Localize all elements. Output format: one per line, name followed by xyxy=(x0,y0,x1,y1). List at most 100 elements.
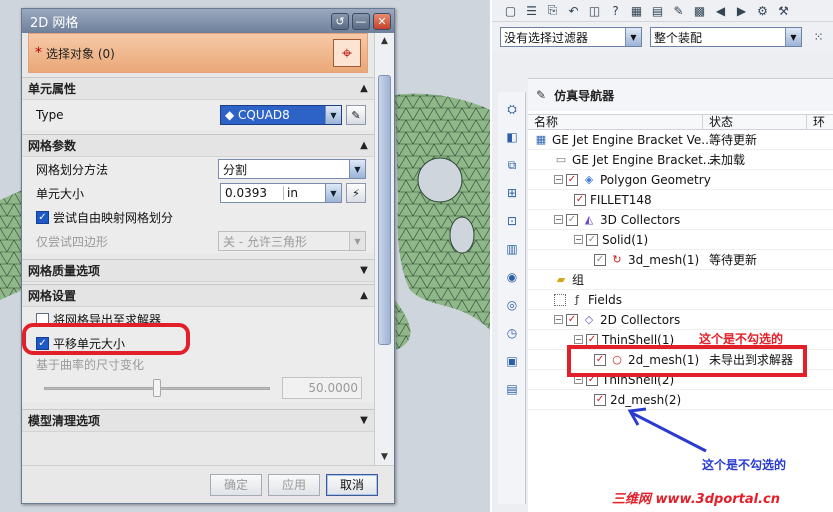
settings-icon[interactable]: ⚒ xyxy=(775,2,792,19)
reset-button[interactable]: ↺ xyxy=(331,12,349,30)
tree-node-label: 3d_mesh(1) xyxy=(628,252,700,267)
tile-icon[interactable]: ▤ xyxy=(649,2,666,19)
selection-filter-select[interactable]: 没有选择过滤器 ▼ xyxy=(500,27,642,47)
forward-icon[interactable]: ▶ xyxy=(733,2,750,19)
report-tab-icon[interactable]: ▤ xyxy=(501,378,523,400)
select-object-label: 选择对象 (0) xyxy=(46,46,115,61)
size-unit[interactable]: in xyxy=(283,186,325,200)
constraint-tab-icon[interactable]: ⊞ xyxy=(501,182,523,204)
undo-icon[interactable]: ↶ xyxy=(565,2,582,19)
cube-tool-icon[interactable]: ◫ xyxy=(586,2,603,19)
visibility-checkbox[interactable]: ✓ xyxy=(566,313,578,326)
history-tab-icon[interactable]: ⊡ xyxy=(501,210,523,232)
scroll-down-icon[interactable]: ▼ xyxy=(375,449,394,465)
chart-tab-icon[interactable]: ▥ xyxy=(501,238,523,260)
visibility-checkbox[interactable]: ✓ xyxy=(566,213,578,226)
select-object-row[interactable]: * 选择对象 (0) ⌖ xyxy=(28,33,368,73)
clip-icon[interactable]: ⎘ xyxy=(544,2,561,19)
curvature-label: 基于曲率的尺寸变化 xyxy=(36,357,145,372)
group-header-mesh-settings[interactable]: 网格设置 ▲ xyxy=(22,285,374,307)
group-header-element-properties[interactable]: 单元属性 ▲ xyxy=(22,78,374,100)
chevron-up-icon: ▲ xyxy=(360,290,368,301)
sim-navigator-tab-icon[interactable]: ⛭ xyxy=(501,98,523,120)
clock-tab-icon[interactable]: ◷ xyxy=(501,322,523,344)
tree-row[interactable]: ✓ ↻ 3d_mesh(1) 等待更新 xyxy=(528,250,833,270)
tree-row[interactable]: ✓ FILLET148 xyxy=(528,190,833,210)
crosshair-icon[interactable]: ⌖ xyxy=(333,39,361,67)
tree-node: ✓ FILLET148 xyxy=(574,193,652,207)
group-header-model-cleanup[interactable]: 模型清理选项 ▼ xyxy=(22,410,374,432)
method-select[interactable]: 分割 ▼ xyxy=(218,159,366,179)
collector-2d-icon: ◇ xyxy=(584,313,594,326)
assembly-scope-select[interactable]: 整个装配 ▼ xyxy=(650,27,802,47)
tree-node-status: 等待更新 xyxy=(709,133,758,147)
collapse-icon[interactable]: − xyxy=(554,315,563,324)
visibility-checkbox[interactable]: ✓ xyxy=(594,393,606,406)
tree-row[interactable]: − ✓ Solid(1) xyxy=(528,230,833,250)
lightning-icon[interactable]: ⚡ xyxy=(346,183,366,203)
curvature-slider-knob[interactable] xyxy=(153,379,161,397)
tree-node: ✓ ƒ Fields xyxy=(554,293,622,307)
chevron-down-icon: ▼ xyxy=(625,28,641,46)
method-label: 网格划分方法 xyxy=(36,162,109,177)
edit-icon[interactable]: ✎ xyxy=(670,2,687,19)
scroll-thumb[interactable] xyxy=(378,75,391,345)
cancel-button[interactable]: 取消 xyxy=(326,473,378,496)
required-star: * xyxy=(35,45,42,61)
dialog-scrollbar[interactable]: ▲ ▼ xyxy=(374,33,394,465)
highlight-export-checkbox xyxy=(22,323,190,355)
select-box-icon[interactable]: ▢ xyxy=(502,2,519,19)
grid-dots-icon[interactable]: ⁙ xyxy=(810,29,827,46)
visibility-checkbox[interactable]: ✓ xyxy=(586,233,598,246)
visibility-checkbox[interactable]: ✓ xyxy=(586,333,598,346)
group-header-mesh-params[interactable]: 网格参数 ▲ xyxy=(22,135,374,157)
visibility-checkbox[interactable]: ✓ xyxy=(566,173,578,186)
edit-properties-icon[interactable]: ✎ xyxy=(346,105,366,125)
group-header-mesh-quality[interactable]: 网格质量选项 ▼ xyxy=(22,260,374,282)
tree-row[interactable]: ▭ GE Jet Engine Bracket... 未加载 xyxy=(528,150,833,170)
column-header-status[interactable]: 状态 xyxy=(703,115,807,129)
column-header-env[interactable]: 环 xyxy=(807,115,833,129)
web-tab-icon[interactable]: ◉ xyxy=(501,266,523,288)
ok-button[interactable]: 确定 xyxy=(210,473,262,496)
highlight-2d-mesh-row xyxy=(567,345,807,377)
palette-tab-icon[interactable]: ▣ xyxy=(501,350,523,372)
chevron-down-icon: ▼ xyxy=(325,184,341,202)
pin-icon[interactable]: ✎ xyxy=(536,88,546,102)
tree-node-label: GE Jet Engine Bracket... xyxy=(572,152,715,167)
tree-row[interactable]: ▦ GE Jet Engine Bracket Ve... 等待更新 xyxy=(528,130,833,150)
collapse-icon[interactable]: − xyxy=(574,235,583,244)
visibility-checkbox[interactable]: ✓ xyxy=(574,193,586,206)
apply-button[interactable]: 应用 xyxy=(268,473,320,496)
collapse-icon[interactable]: − xyxy=(554,175,563,184)
tree-row[interactable]: ✓ ƒ Fields xyxy=(528,290,833,310)
layout-icon[interactable]: ▦ xyxy=(628,2,645,19)
collapse-icon[interactable]: − xyxy=(574,335,583,344)
minimize-button[interactable]: — xyxy=(352,12,370,30)
back-icon[interactable]: ◀ xyxy=(712,2,729,19)
tree-node-label: GE Jet Engine Bracket Ve... xyxy=(552,132,713,147)
type-select[interactable]: ◆ CQUAD8 ▼ xyxy=(220,105,342,125)
collapse-icon[interactable]: − xyxy=(554,215,563,224)
assembly-tab-icon[interactable]: ⧉ xyxy=(501,154,523,176)
grid-icon[interactable]: ▩ xyxy=(691,2,708,19)
scroll-up-icon[interactable]: ▲ xyxy=(375,33,394,49)
dialog-titlebar[interactable]: 2D 网格 ↺ — ✕ xyxy=(22,9,394,33)
tree-row[interactable]: − ✓ ◇ 2D Collectors xyxy=(528,310,833,330)
tree-row[interactable]: ▰ 组 xyxy=(528,270,833,290)
chevron-down-icon: ▼ xyxy=(349,232,365,250)
part-navigator-tab-icon[interactable]: ◧ xyxy=(501,126,523,148)
close-button[interactable]: ✕ xyxy=(373,12,391,30)
tools-icon[interactable]: ⚙ xyxy=(754,2,771,19)
column-header-name[interactable]: 名称 xyxy=(528,115,703,129)
free-map-label: 尝试自由映射网格划分 xyxy=(53,210,174,225)
size-input[interactable]: 0.0393 in ▼ xyxy=(220,183,342,203)
visibility-checkbox[interactable]: ✓ xyxy=(594,253,606,266)
tree-row[interactable]: − ✓ ◭ 3D Collectors xyxy=(528,210,833,230)
roles-tab-icon[interactable]: ◎ xyxy=(501,294,523,316)
tree-row[interactable]: − ✓ ◈ Polygon Geometry xyxy=(528,170,833,190)
free-map-checkbox[interactable]: ✓ xyxy=(36,210,49,224)
visibility-checkbox[interactable]: ✓ xyxy=(554,293,566,306)
help-icon[interactable]: ? xyxy=(607,2,624,19)
list-icon[interactable]: ☰ xyxy=(523,2,540,19)
